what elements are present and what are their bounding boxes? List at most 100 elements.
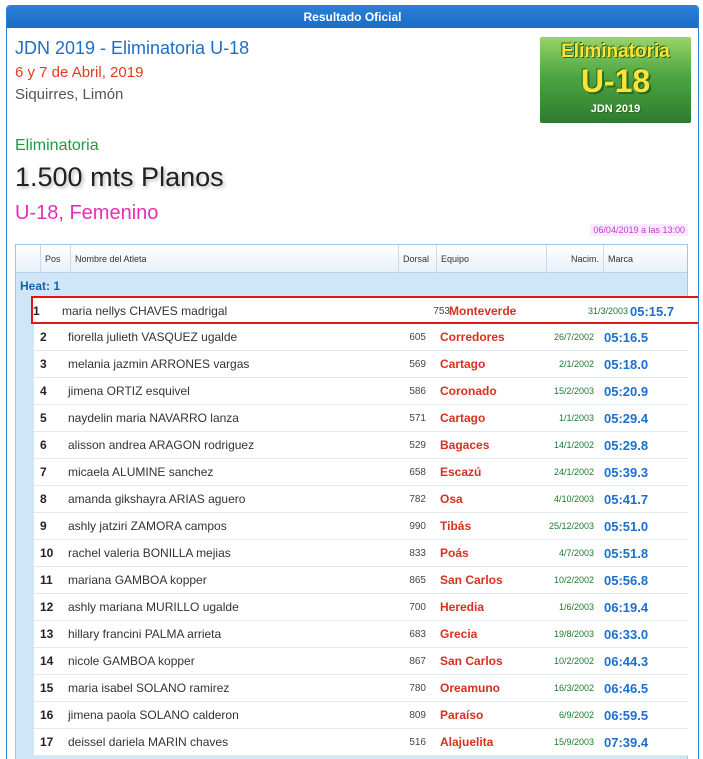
athlete-bib: 833 bbox=[409, 548, 426, 559]
athlete-team: Cartago bbox=[440, 411, 486, 425]
athlete-name: jimena ORTIZ esquivel bbox=[68, 384, 190, 398]
athlete-name: naydelin maria NAVARRO lanza bbox=[68, 411, 239, 425]
table-row[interactable]: 15 maria isabel SOLANO ramirez 780 Oreamuno… bbox=[34, 675, 688, 702]
athlete-bib: 586 bbox=[409, 386, 426, 397]
results-rows: 1 maria nellys CHAVES madrigal 753 Montever… bbox=[31, 296, 698, 756]
result-position: 15 bbox=[40, 681, 54, 695]
result-mark: 07:39.4 bbox=[604, 735, 649, 750]
result-position: 14 bbox=[40, 654, 54, 668]
athlete-team: San Carlos bbox=[440, 654, 503, 668]
athlete-birthdate: 31/3/2003 bbox=[587, 306, 628, 316]
table-row[interactable]: 9 ashly jatziri ZAMORA campos 990 Tibás 25/1… bbox=[34, 513, 688, 540]
result-mark: 05:51.8 bbox=[604, 546, 649, 561]
event-logo: Eliminatoria U-18 JDN 2019 bbox=[540, 37, 691, 123]
result-position: 6 bbox=[40, 438, 47, 452]
athlete-birthdate: 4/7/2003 bbox=[558, 548, 594, 558]
result-mark: 05:51.0 bbox=[604, 519, 649, 534]
athlete-bib: 990 bbox=[409, 521, 426, 532]
column-pos[interactable]: Pos bbox=[40, 245, 70, 273]
result-position: 7 bbox=[40, 465, 47, 479]
result-mark: 06:19.4 bbox=[604, 600, 649, 615]
athlete-bib: 683 bbox=[409, 629, 426, 640]
athlete-team: Escazú bbox=[440, 465, 482, 479]
athlete-name: mariana GAMBOA kopper bbox=[68, 573, 207, 587]
athlete-bib: 865 bbox=[409, 575, 426, 586]
athlete-name: hillary francini PALMA arrieta bbox=[68, 627, 222, 641]
athlete-name: ashly mariana MURILLO ugalde bbox=[68, 600, 239, 614]
athlete-team: Heredia bbox=[440, 600, 485, 614]
result-mark: 05:18.0 bbox=[604, 357, 649, 372]
table-row[interactable]: 12 ashly mariana MURILLO ugalde 700 Heredia… bbox=[34, 594, 688, 621]
table-row[interactable]: 10 rachel valeria BONILLA mejias 833 Poás 4/… bbox=[34, 540, 688, 567]
table-row-highlighted[interactable]: 1 maria nellys CHAVES madrigal 753 Montever… bbox=[31, 296, 698, 324]
athlete-bib: 700 bbox=[409, 602, 426, 613]
athlete-bib: 809 bbox=[409, 710, 426, 721]
athlete-name: maria isabel SOLANO ramirez bbox=[68, 681, 230, 695]
column-name[interactable]: Nombre del Atleta bbox=[70, 245, 398, 273]
athlete-birthdate: 4/10/2003 bbox=[553, 494, 594, 504]
table-row[interactable]: 13 hillary francini PALMA arrieta 683 Greci… bbox=[34, 621, 688, 648]
athlete-team: Tibás bbox=[440, 519, 472, 533]
result-position: 12 bbox=[40, 600, 54, 614]
result-position: 9 bbox=[40, 519, 47, 533]
column-mark[interactable]: Marca bbox=[603, 245, 689, 273]
table-row[interactable]: 8 amanda gikshayra ARIAS aguero 782 Osa 4/10… bbox=[34, 486, 688, 513]
result-mark: 06:44.3 bbox=[604, 654, 649, 669]
athlete-team: Paraíso bbox=[440, 708, 484, 722]
table-row[interactable]: 14 nicole GAMBOA kopper 867 San Carlos 10/2/… bbox=[34, 648, 688, 675]
result-mark: 06:59.5 bbox=[604, 708, 649, 723]
table-row[interactable]: 4 jimena ORTIZ esquivel 586 Coronado 15/2/20… bbox=[34, 378, 688, 405]
athlete-birthdate: 25/12/2003 bbox=[548, 521, 594, 531]
logo-line-2: U-18 bbox=[580, 63, 651, 99]
column-birth[interactable]: Nacim. bbox=[546, 245, 603, 273]
athlete-name: micaela ALUMINE sanchez bbox=[68, 465, 214, 479]
athlete-birthdate: 26/7/2002 bbox=[553, 332, 594, 342]
result-position: 2 bbox=[40, 330, 47, 344]
athlete-name: melania jazmin ARRONES vargas bbox=[68, 357, 250, 371]
result-mark: 05:41.7 bbox=[604, 492, 649, 507]
column-bib[interactable]: Dorsal bbox=[398, 245, 436, 273]
table-header: Pos Nombre del Atleta Dorsal Equipo Naci… bbox=[16, 245, 687, 273]
results-panel: Resultado Oficial JDN 2019 - Eliminatori… bbox=[6, 5, 699, 759]
table-row[interactable]: 2 fiorella julieth VASQUEZ ugalde 605 Corre… bbox=[34, 324, 688, 351]
athlete-bib: 780 bbox=[409, 683, 426, 694]
table-row[interactable]: 17 deissel dariela MARIN chaves 516 Alajuel… bbox=[34, 729, 688, 756]
table-row[interactable]: 3 melania jazmin ARRONES vargas 569 Cartago… bbox=[34, 351, 688, 378]
athlete-name: ashly jatziri ZAMORA campos bbox=[68, 519, 227, 533]
result-mark: 06:46.5 bbox=[604, 681, 649, 696]
athlete-name: alisson andrea ARAGON rodriguez bbox=[68, 438, 255, 452]
result-mark: 05:15.7 bbox=[630, 304, 675, 319]
athlete-team: Alajuelita bbox=[440, 735, 494, 749]
table-row[interactable]: 7 micaela ALUMINE sanchez 658 Escazú 24/1/20… bbox=[34, 459, 688, 486]
column-team[interactable]: Equipo bbox=[436, 245, 546, 273]
result-position: 5 bbox=[40, 411, 47, 425]
athlete-bib: 529 bbox=[409, 440, 426, 451]
athlete-birthdate: 15/2/2003 bbox=[553, 386, 594, 396]
table-row[interactable]: 16 jimena paola SOLANO calderon 809 Paraíso… bbox=[34, 702, 688, 729]
table-row[interactable]: 6 alisson andrea ARAGON rodriguez 529 Bagac… bbox=[34, 432, 688, 459]
athlete-team: San Carlos bbox=[440, 573, 503, 587]
athlete-name: maria nellys CHAVES madrigal bbox=[62, 304, 228, 318]
athlete-team: Osa bbox=[440, 492, 463, 506]
result-position: 8 bbox=[40, 492, 47, 506]
athlete-team: Grecia bbox=[440, 627, 478, 641]
athlete-birthdate: 14/1/2002 bbox=[553, 440, 594, 450]
result-position: 16 bbox=[40, 708, 54, 722]
table-row[interactable]: 11 mariana GAMBOA kopper 865 San Carlos 10/2… bbox=[34, 567, 688, 594]
result-position: 4 bbox=[40, 384, 47, 398]
athlete-name: jimena paola SOLANO calderon bbox=[68, 708, 239, 722]
athlete-birthdate: 15/9/2003 bbox=[553, 737, 594, 747]
race-category: U-18, Femenino bbox=[15, 202, 159, 224]
athlete-bib: 658 bbox=[409, 467, 426, 478]
result-mark: 05:39.3 bbox=[604, 465, 649, 480]
athlete-bib: 782 bbox=[409, 494, 426, 505]
result-mark: 06:33.0 bbox=[604, 627, 649, 642]
race-name: 1.500 mts Planos bbox=[15, 162, 224, 192]
race-timestamp: 06/04/2019 a las 13:00 bbox=[590, 224, 688, 236]
athlete-birthdate: 2/1/2002 bbox=[558, 359, 594, 369]
result-mark: 05:56.8 bbox=[604, 573, 649, 588]
athlete-name: fiorella julieth VASQUEZ ugalde bbox=[68, 330, 238, 344]
athlete-birthdate: 6/9/2002 bbox=[558, 710, 594, 720]
table-row[interactable]: 5 naydelin maria NAVARRO lanza 571 Cartago 1… bbox=[34, 405, 688, 432]
result-position: 11 bbox=[40, 573, 53, 587]
